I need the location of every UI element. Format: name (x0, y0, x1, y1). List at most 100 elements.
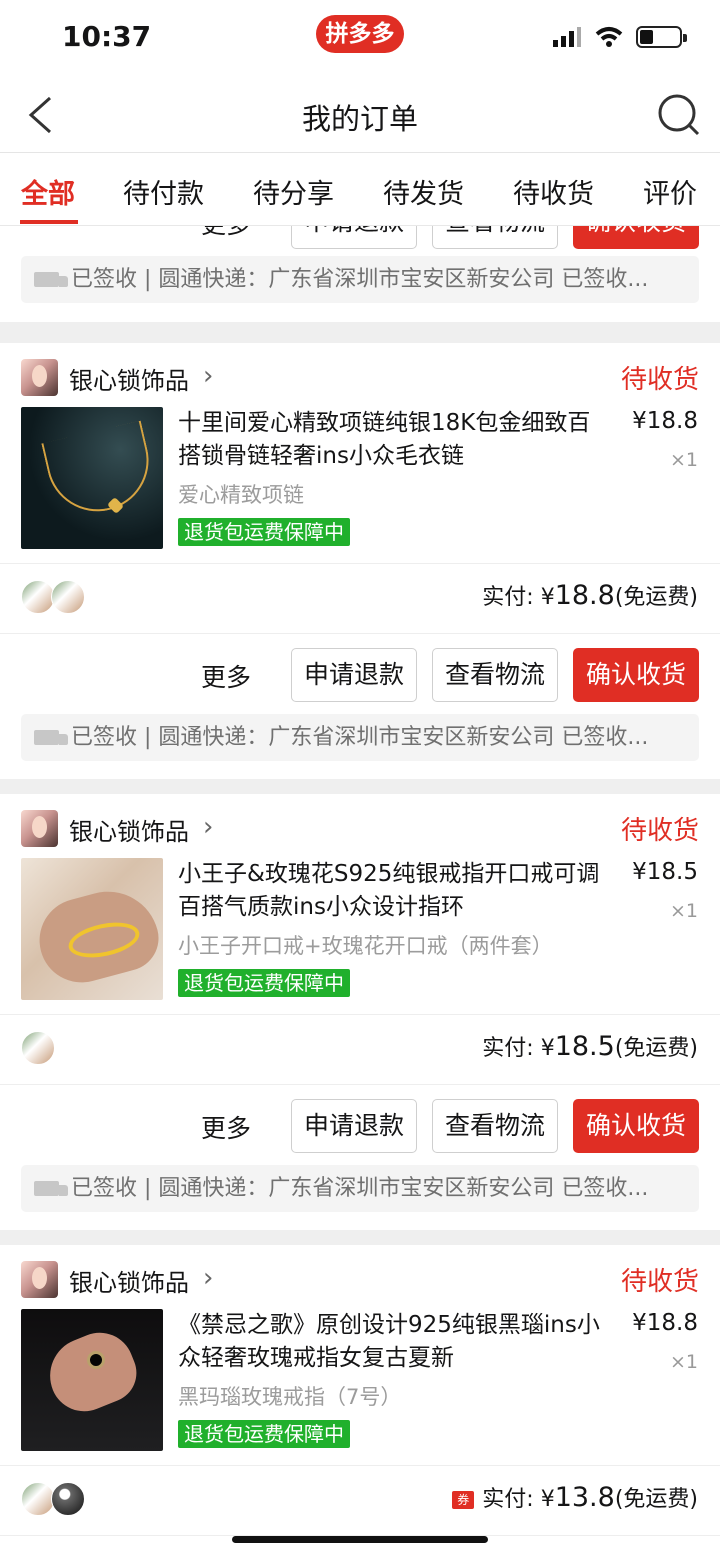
status-time: 10:37 (62, 20, 152, 53)
chevron-right-icon[interactable]: › (203, 361, 213, 391)
paid-value: 18.8 (554, 580, 615, 611)
order-tabs: 全部 待付款 待分享 待发货 待收货 评价 (0, 153, 720, 226)
store-avatar[interactable] (21, 810, 58, 847)
store-name[interactable]: 银心锁饰品 (69, 812, 189, 847)
product-image[interactable] (21, 407, 163, 549)
order-card: 银心锁饰品 › 待收货 十里间爱心精致项链纯银18K包金细致百搭锁骨链轻奢ins… (0, 343, 720, 779)
order-status: 待收货 (620, 365, 699, 395)
order-status: 待收货 (620, 816, 699, 846)
group-avatars (21, 1482, 85, 1516)
avatar (21, 1031, 55, 1065)
logistics-button[interactable]: 查看物流 (432, 648, 558, 702)
navigation-bar: 我的订单 (0, 78, 720, 153)
page-title: 我的订单 (301, 102, 418, 136)
product-title[interactable]: 十里间爱心精致项链纯银18K包金细致百搭锁骨链轻奢ins小众毛衣链 (178, 407, 608, 473)
store-avatar[interactable] (21, 1261, 58, 1298)
free-shipping-label: (免运费) (614, 1487, 698, 1512)
currency-symbol: ¥ (540, 1487, 555, 1512)
app-brand: 拼多多 (316, 15, 404, 53)
product-quantity: ×1 (669, 449, 698, 471)
more-button[interactable]: 更多 (196, 1109, 256, 1145)
currency-symbol: ¥ (540, 1036, 555, 1061)
confirm-receipt-button[interactable]: 确认收货 (573, 226, 699, 249)
paid-amount: 实付: ¥18.5(免运费) (482, 1030, 698, 1062)
product-title[interactable]: 《禁忌之歌》原创设计925纯银黑瑙ins小众轻奢玫瑰戒指女复古夏新 (178, 1309, 608, 1375)
status-icons (552, 26, 687, 48)
tab-all[interactable]: 全部 (21, 172, 75, 211)
confirm-receipt-button[interactable]: 确认收货 (573, 1099, 699, 1153)
logistics-button[interactable]: 查看物流 (432, 226, 558, 249)
group-avatars (21, 580, 85, 614)
chevron-right-icon[interactable]: › (203, 812, 213, 842)
truck-icon (34, 272, 68, 287)
store-name[interactable]: 银心锁饰品 (69, 1263, 189, 1298)
avatar (51, 580, 85, 614)
chevron-right-icon[interactable]: › (203, 1263, 213, 1293)
product-price: ¥18.8 (632, 1310, 698, 1336)
tab-pending-shipment[interactable]: 待发货 (383, 172, 464, 211)
product-image[interactable] (21, 1309, 163, 1451)
product-spec: 爱心精致项链 (178, 483, 304, 507)
delivery-text: 已签收 | 圆通快递：广东省深圳市宝安区新安公司 已签收... (71, 267, 649, 292)
truck-icon (34, 730, 68, 745)
product-price: ¥18.5 (632, 859, 698, 885)
paid-value: 13.8 (554, 1482, 615, 1513)
tab-pending-payment[interactable]: 待付款 (123, 172, 204, 211)
refund-button[interactable]: 申请退款 (291, 226, 417, 249)
tab-pending-share[interactable]: 待分享 (253, 172, 334, 211)
avatar (21, 580, 55, 614)
paid-label: 实付: (482, 585, 534, 610)
product-price: ¥18.8 (632, 408, 698, 434)
store-name[interactable]: 银心锁饰品 (69, 361, 189, 396)
delivery-status[interactable]: 已签收 | 圆通快递：广东省深圳市宝安区新安公司 已签收... (21, 256, 699, 303)
order-card: 银心锁饰品 › 待收货 小王子&玫瑰花S925纯银戒指开口戒可调百搭气质款ins… (0, 794, 720, 1230)
order-status: 待收货 (620, 1267, 699, 1297)
confirm-receipt-button[interactable]: 确认收货 (573, 648, 699, 702)
status-bar: 10:37 拼多多 (0, 0, 720, 78)
logistics-button[interactable]: 查看物流 (432, 1099, 558, 1153)
wifi-icon (595, 27, 623, 47)
product-spec: 黑玛瑙玫瑰戒指（7号） (178, 1385, 402, 1409)
search-icon[interactable] (658, 94, 700, 136)
return-shipping-badge: 退货包运费保障中 (178, 1420, 350, 1448)
divider (0, 1084, 720, 1085)
delivery-status[interactable]: 已签收 | 圆通快递：广东省深圳市宝安区新安公司 已签收... (21, 1165, 699, 1212)
return-shipping-badge: 退货包运费保障中 (178, 969, 350, 997)
active-tab-indicator (20, 220, 78, 224)
divider (0, 563, 720, 564)
divider (0, 633, 720, 634)
tab-review[interactable]: 评价 (643, 172, 697, 211)
refund-button[interactable]: 申请退款 (291, 1099, 417, 1153)
paid-amount: 券实付: ¥13.8(免运费) (452, 1481, 698, 1513)
paid-label: 实付: (482, 1487, 534, 1512)
battery-icon (636, 26, 687, 48)
order-card: 银心锁饰品 › 待收货 《禁忌之歌》原创设计925纯银黑瑙ins小众轻奢玫瑰戒指… (0, 1245, 720, 1558)
more-button[interactable]: 更多 (196, 226, 256, 241)
product-image[interactable] (21, 858, 163, 1000)
return-shipping-badge: 退货包运费保障中 (178, 518, 350, 546)
currency-symbol: ¥ (540, 585, 555, 610)
avatar (51, 1482, 85, 1516)
battery-level (640, 30, 653, 44)
previous-order-card: 更多 申请退款 查看物流 确认收货 已签收 | 圆通快递：广东省深圳市宝安区新安… (0, 226, 720, 322)
free-shipping-label: (免运费) (614, 585, 698, 610)
refund-button[interactable]: 申请退款 (291, 648, 417, 702)
tab-pending-receipt[interactable]: 待收货 (513, 172, 594, 211)
delivery-status[interactable]: 已签收 | 圆通快递：广东省深圳市宝安区新安公司 已签收... (21, 714, 699, 761)
signal-icon (553, 27, 581, 47)
product-title[interactable]: 小王子&玫瑰花S925纯银戒指开口戒可调百搭气质款ins小众设计指环 (178, 858, 608, 924)
truck-icon (34, 1181, 68, 1196)
free-shipping-label: (免运费) (614, 1036, 698, 1061)
delivery-text: 已签收 | 圆通快递：广东省深圳市宝安区新安公司 已签收... (71, 725, 649, 750)
store-avatar[interactable] (21, 359, 58, 396)
divider (0, 1465, 720, 1466)
home-indicator[interactable] (232, 1536, 488, 1543)
more-button[interactable]: 更多 (196, 658, 256, 694)
coupon-badge: 券 (452, 1491, 475, 1509)
order-list: 更多 申请退款 查看物流 确认收货 已签收 | 圆通快递：广东省深圳市宝安区新安… (0, 226, 720, 1558)
delivery-text: 已签收 | 圆通快递：广东省深圳市宝安区新安公司 已签收... (71, 1176, 649, 1201)
avatar (21, 1482, 55, 1516)
divider (0, 1014, 720, 1015)
group-avatars (21, 1031, 55, 1065)
product-quantity: ×1 (669, 1351, 698, 1373)
